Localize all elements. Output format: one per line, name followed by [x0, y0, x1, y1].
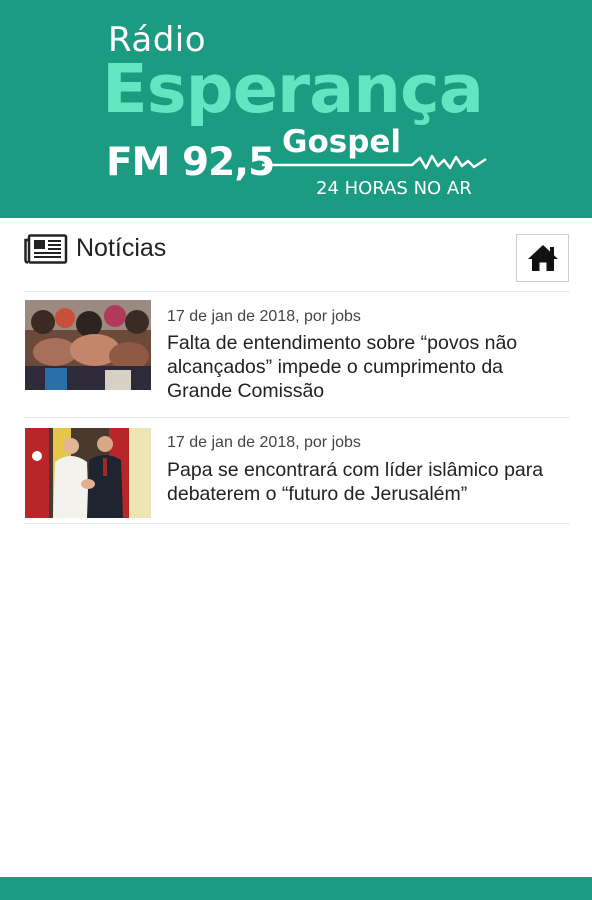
home-icon — [527, 245, 558, 271]
news-thumbnail-crowd — [25, 300, 151, 390]
section-title: Notícias — [76, 234, 167, 262]
newspaper-icon — [24, 234, 68, 264]
news-meta: 17 de jan de 2018, por jobs — [167, 308, 361, 325]
logo-frequency: FM 92,5 — [106, 140, 275, 185]
news-headline[interactable]: Papa se encontrará com líder islâmico pa… — [167, 458, 572, 506]
news-thumbnail-handshake — [25, 428, 151, 518]
news-section-header: Notícias — [24, 232, 570, 292]
app-footer-bar — [0, 877, 592, 900]
sound-wave-icon — [262, 154, 487, 170]
news-headline[interactable]: Falta de entendimento sobre “povos não a… — [167, 331, 572, 403]
logo-station-name: Esperança — [102, 50, 484, 128]
app-header: Rádio Esperança FM 92,5 Gospel 24 HORAS … — [0, 0, 592, 218]
logo-tagline: 24 HORAS NO AR — [316, 178, 472, 199]
radio-logo: Rádio Esperança FM 92,5 Gospel 24 HORAS … — [0, 0, 592, 218]
news-meta: 17 de jan de 2018, por jobs — [167, 434, 361, 451]
news-list-item[interactable]: 17 de jan de 2018, por jobs Papa se enco… — [24, 418, 570, 524]
news-list-item[interactable]: 17 de jan de 2018, por jobs Falta de ent… — [24, 292, 570, 418]
home-button[interactable] — [516, 234, 569, 282]
